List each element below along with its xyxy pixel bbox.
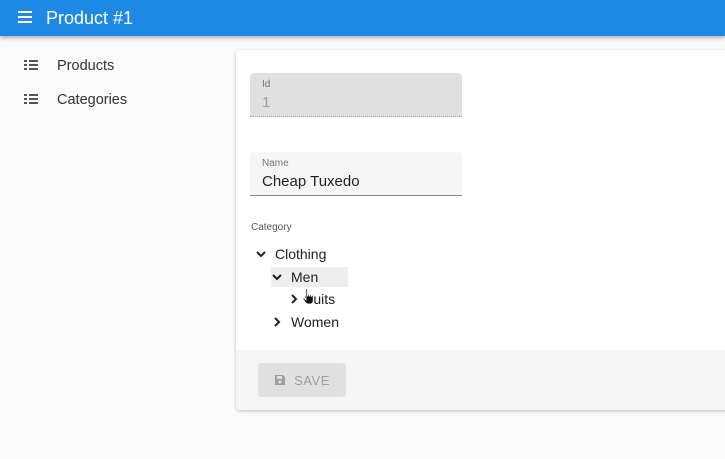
- form-toolbar: SAVE: [236, 350, 725, 410]
- id-field-label: Id: [262, 79, 271, 90]
- save-button-label: SAVE: [294, 372, 330, 388]
- id-field: Id 1: [250, 73, 462, 117]
- chevron-down-icon[interactable]: [255, 248, 267, 260]
- chevron-right-icon[interactable]: [288, 293, 300, 305]
- product-form-card: Id 1 Name Cheap Tuxedo Category Clothing…: [236, 50, 725, 410]
- list-icon: [24, 60, 38, 72]
- tree-node-label: Women: [291, 314, 339, 330]
- tree-node-women[interactable]: Women: [271, 312, 339, 332]
- id-field-value: 1: [262, 94, 271, 111]
- page-title: Product #1: [46, 7, 134, 28]
- app-bar: Product #1: [0, 0, 725, 36]
- sidebar-item-categories[interactable]: Categories: [0, 88, 220, 112]
- tree-node-clothing[interactable]: Clothing: [255, 244, 326, 264]
- tree-node-label: Men: [291, 269, 319, 285]
- name-field[interactable]: Name Cheap Tuxedo: [250, 152, 462, 196]
- hamburger-menu-icon[interactable]: [18, 11, 36, 25]
- tree-node-label: Clothing: [275, 246, 327, 262]
- name-field-value[interactable]: Cheap Tuxedo: [262, 173, 360, 190]
- tree-node-men[interactable]: Men: [271, 267, 348, 287]
- chevron-right-icon[interactable]: [271, 316, 283, 328]
- list-icon: [24, 94, 38, 106]
- sidebar-item-label: Categories: [57, 92, 128, 108]
- save-icon: [274, 374, 286, 386]
- category-label: Category: [251, 222, 292, 233]
- hand-pointer-cursor-icon: [302, 288, 314, 305]
- save-button[interactable]: SAVE: [258, 363, 346, 397]
- sidebar-item-products[interactable]: Products: [0, 54, 220, 78]
- chevron-down-icon[interactable]: [271, 271, 283, 283]
- sidebar-item-label: Products: [57, 58, 115, 74]
- name-field-label: Name: [262, 158, 289, 169]
